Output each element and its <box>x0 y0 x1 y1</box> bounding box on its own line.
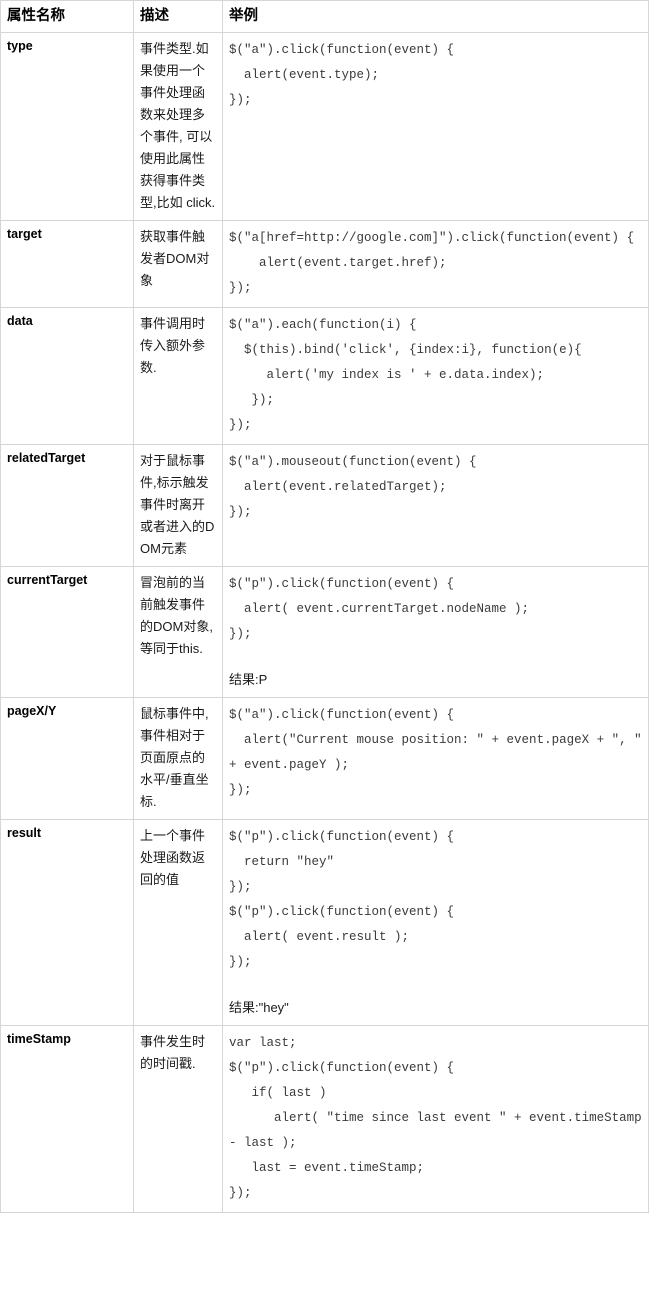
property-description-cell: 获取事件触发者DOM对象 <box>133 220 223 308</box>
table-header-row: 属性名称 描述 举例 <box>0 0 649 33</box>
property-name-cell: type <box>0 32 134 221</box>
property-example-cell: $("a").click(function(event) { alert("Cu… <box>222 697 649 820</box>
property-example-cell: $("p").click(function(event) { alert( ev… <box>222 566 649 698</box>
property-name-cell: currentTarget <box>0 566 134 698</box>
table-header: 属性名称 描述 举例 <box>0 0 649 33</box>
table-row: timeStamp 事件发生时的时间戳. var last; $("p").clic… <box>0 1025 649 1213</box>
code-result-note: 结果:"hey" <box>229 1000 289 1015</box>
table-row: currentTarget 冒泡前的当前触发事件的DOM对象, 等同于this. $… <box>0 566 649 698</box>
property-example-cell: $("a").click(function(event) { alert(eve… <box>222 32 649 221</box>
code-sample: $("p").click(function(event) { return "h… <box>229 830 455 969</box>
column-header-description: 描述 <box>133 0 223 33</box>
property-description-cell: 上一个事件处理函数返回的值 <box>133 819 223 1026</box>
property-name-cell: timeStamp <box>0 1025 134 1213</box>
code-sample: $("a").click(function(event) { alert("Cu… <box>229 708 642 797</box>
property-name-cell: pageX/Y <box>0 697 134 820</box>
code-sample: $("a[href=http://google.com]").click(fun… <box>229 231 635 295</box>
table-row: data 事件调用时传入额外参数. $("a").each(function(i) … <box>0 307 649 445</box>
property-name-cell: relatedTarget <box>0 444 134 567</box>
table-body: type 事件类型.如果使用一个事件处理函数来处理多个事件, 可以使用此属性获得事… <box>0 32 649 1213</box>
table-row: type 事件类型.如果使用一个事件处理函数来处理多个事件, 可以使用此属性获得事… <box>0 32 649 221</box>
table-row: result 上一个事件处理函数返回的值 $("p").click(function… <box>0 819 649 1026</box>
property-name-cell: result <box>0 819 134 1026</box>
property-name-cell: target <box>0 220 134 308</box>
property-description-cell: 事件类型.如果使用一个事件处理函数来处理多个事件, 可以使用此属性获得事件类型,… <box>133 32 223 221</box>
property-description-cell: 鼠标事件中,事件相对于页面原点的水平/垂直坐标. <box>133 697 223 820</box>
property-description-cell: 事件发生时的时间戳. <box>133 1025 223 1213</box>
code-result-note: 结果:P <box>229 672 268 687</box>
property-example-cell: $("a").mouseout(function(event) { alert(… <box>222 444 649 567</box>
table-row: relatedTarget 对于鼠标事件,标示触发事件时离开或者进入的DOM元素 $… <box>0 444 649 567</box>
code-sample: $("a").click(function(event) { alert(eve… <box>229 43 455 107</box>
table-row: pageX/Y 鼠标事件中,事件相对于页面原点的水平/垂直坐标. $("a").cl… <box>0 697 649 820</box>
code-sample: var last; $("p").click(function(event) {… <box>229 1036 642 1200</box>
code-sample: $("a").mouseout(function(event) { alert(… <box>229 455 477 519</box>
property-description-cell: 事件调用时传入额外参数. <box>133 307 223 445</box>
property-name-cell: data <box>0 307 134 445</box>
column-header-name: 属性名称 <box>0 0 134 33</box>
property-example-cell: var last; $("p").click(function(event) {… <box>222 1025 649 1213</box>
code-sample: $("p").click(function(event) { alert( ev… <box>229 577 530 641</box>
code-sample: $("a").each(function(i) { $(this).bind('… <box>229 318 582 432</box>
column-header-example: 举例 <box>222 0 649 33</box>
table-row: target 获取事件触发者DOM对象 $("a[href=http://googl… <box>0 220 649 308</box>
property-example-cell: $("p").click(function(event) { return "h… <box>222 819 649 1026</box>
event-properties-table: 属性名称 描述 举例 type 事件类型.如果使用一个事件处理函数来处理多个事件,… <box>0 0 649 1213</box>
property-example-cell: $("a").each(function(i) { $(this).bind('… <box>222 307 649 445</box>
property-description-cell: 对于鼠标事件,标示触发事件时离开或者进入的DOM元素 <box>133 444 223 567</box>
property-description-cell: 冒泡前的当前触发事件的DOM对象, 等同于this. <box>133 566 223 698</box>
property-example-cell: $("a[href=http://google.com]").click(fun… <box>222 220 649 308</box>
